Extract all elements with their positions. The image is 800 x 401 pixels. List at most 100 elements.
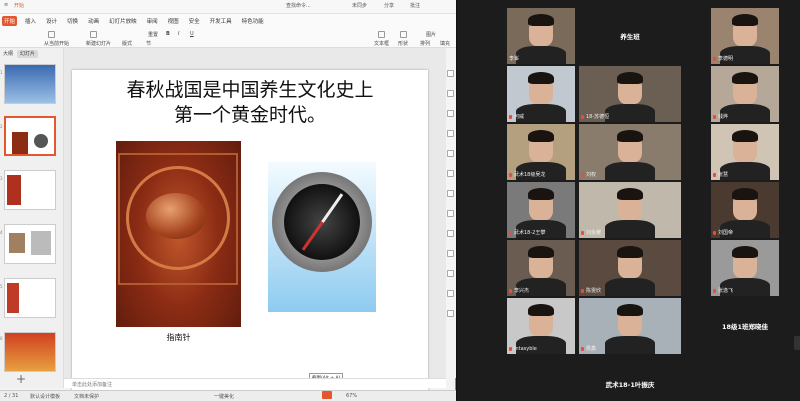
play-from-start-icon[interactable]: [48, 31, 55, 38]
underline-icon[interactable]: U: [190, 31, 194, 37]
comment-button[interactable]: 批注: [410, 2, 420, 9]
tool-icon[interactable]: [447, 130, 454, 137]
play-icon[interactable]: [322, 391, 332, 399]
from-start-button[interactable]: 从当前开始: [44, 40, 69, 47]
participant-name: 刘国帝: [718, 230, 734, 236]
tool-icon[interactable]: [447, 190, 454, 197]
shape-button[interactable]: 形状: [398, 40, 408, 47]
mic-muted-icon: [713, 173, 716, 177]
participant-tile-name-only[interactable]: 武术18-1叶振庆: [579, 356, 681, 401]
mic-muted-icon: [581, 289, 584, 293]
textbox-button[interactable]: 文本框: [374, 40, 389, 47]
slide-thumbnail[interactable]: [4, 170, 56, 210]
participant-name: 钱烨: [718, 114, 729, 120]
participant-tile[interactable]: 何威: [507, 66, 575, 122]
bold-icon[interactable]: B: [166, 31, 170, 37]
menu-transition[interactable]: 切换: [65, 16, 80, 26]
sync-status[interactable]: 未同步: [352, 2, 367, 9]
theme-name[interactable]: 默认设计模板: [30, 393, 60, 400]
participant-tile[interactable]: 18-苏德恒: [579, 66, 681, 122]
tool-icon[interactable]: [447, 150, 454, 157]
tool-icon[interactable]: [447, 110, 454, 117]
participant-tile[interactable]: 侯鑫: [579, 298, 681, 354]
arrange-button[interactable]: 排列: [420, 40, 430, 47]
menu-security[interactable]: 安全: [187, 16, 202, 26]
slide-title[interactable]: 春秋战国是中国养生文化史上 第一个黄金时代。: [72, 78, 428, 128]
current-slide[interactable]: 春秋战国是中国养生文化史上 第一个黄金时代。 指南针 截图(Alt + A): [72, 70, 428, 392]
slide-thumbnail[interactable]: [4, 278, 56, 318]
layout-button[interactable]: 版式: [122, 40, 132, 47]
participant-figure: [605, 162, 655, 180]
slide-thumbnail[interactable]: [4, 224, 56, 264]
tool-icon[interactable]: [447, 170, 454, 177]
participant-tile[interactable]: 刘权: [579, 124, 681, 180]
tab-outline[interactable]: 大纲: [3, 50, 13, 58]
menu-slideshow[interactable]: 幻灯片放映: [107, 16, 139, 26]
menu-icon[interactable]: ≡: [4, 2, 8, 8]
participant-tile[interactable]: 刘国帝: [711, 182, 779, 238]
tab-slides[interactable]: 幻灯片: [17, 50, 39, 58]
shape-icon[interactable]: [400, 31, 407, 38]
participant-tile[interactable]: 张慧: [711, 124, 779, 180]
new-slide-button[interactable]: 新建幻灯片: [86, 40, 111, 47]
tool-icon[interactable]: [447, 230, 454, 237]
participant-tile[interactable]: 李兴杰: [507, 240, 575, 296]
tool-icon[interactable]: [447, 310, 454, 317]
title-bar: ≡ 开始 查找命令... 未同步 分享 批注: [0, 0, 456, 14]
slide-thumbnail[interactable]: [4, 64, 56, 104]
participant-tile[interactable]: 陈雯欣: [579, 240, 681, 296]
status-bar: 2 / 31 默认设计模板 文档未保护 一键美化 67%: [0, 390, 456, 401]
menu-features[interactable]: 特色功能: [240, 16, 266, 26]
tool-icon[interactable]: [447, 210, 454, 217]
backup-status[interactable]: 文档未保护: [74, 393, 99, 400]
slide-thumbnail-selected[interactable]: [4, 116, 56, 156]
participant-tile[interactable]: Intasyble: [507, 298, 575, 354]
slide-canvas: 春秋战国是中国养生文化史上 第一个黄金时代。 指南针 截图(Alt + A): [64, 48, 446, 392]
participant-tile-name-only[interactable]: 养生班: [579, 8, 681, 64]
sinan-image[interactable]: 指南针: [116, 141, 241, 349]
collapse-panel-handle[interactable]: [794, 336, 800, 350]
participant-tile-name-only[interactable]: 18级1班郑晓佳: [711, 298, 779, 354]
reset-button[interactable]: 重置: [148, 31, 158, 38]
slide-thumbnail[interactable]: [4, 332, 56, 372]
tool-icon[interactable]: [447, 90, 454, 97]
fill-button[interactable]: 填充: [440, 40, 450, 47]
app-tab[interactable]: 开始: [14, 2, 24, 9]
section-button[interactable]: 节: [146, 40, 151, 47]
menu-insert[interactable]: 插入: [23, 16, 38, 26]
participant-tile[interactable]: 李德明: [711, 8, 779, 64]
new-slide-icon[interactable]: [90, 31, 97, 38]
participant-tile[interactable]: 李峯: [507, 8, 575, 64]
menu-animation[interactable]: 动画: [86, 16, 101, 26]
tool-icon[interactable]: [447, 250, 454, 257]
participant-tile[interactable]: 武术18-2王攀: [507, 182, 575, 238]
menu-design[interactable]: 设计: [44, 16, 59, 26]
mic-muted-icon: [713, 115, 716, 119]
participant-tile[interactable]: 张逸飞: [711, 240, 779, 296]
add-slide-icon[interactable]: +: [16, 372, 26, 386]
participant-name: 养生班: [620, 33, 640, 41]
participant-tile[interactable]: 武术18级吴龙: [507, 124, 575, 180]
tool-icon[interactable]: [447, 270, 454, 277]
menu-home[interactable]: 开始: [2, 16, 18, 26]
beautify-button[interactable]: 一键美化: [214, 393, 234, 400]
participant-tile[interactable]: 钱烨: [711, 66, 779, 122]
italic-icon[interactable]: I: [178, 31, 179, 37]
notes-field[interactable]: 单击此处添加备注: [64, 378, 446, 388]
participant-figure: [617, 130, 643, 142]
participant-figure: [605, 336, 655, 354]
tool-icon[interactable]: [447, 70, 454, 77]
menu-review[interactable]: 审阅: [145, 16, 160, 26]
participant-tile[interactable]: 刘永耀: [579, 182, 681, 238]
share-button[interactable]: 分享: [384, 2, 394, 9]
picture-button[interactable]: 图片: [426, 31, 436, 38]
participant-name: 刘权: [586, 172, 597, 178]
textbox-icon[interactable]: [378, 31, 385, 38]
menu-developer[interactable]: 开发工具: [208, 16, 234, 26]
menu-bar: 开始 插入 设计 切换 动画 幻灯片放映 审阅 视图 安全 开发工具 特色功能: [0, 14, 456, 28]
tool-icon[interactable]: [447, 290, 454, 297]
search-command[interactable]: 查找命令...: [286, 2, 311, 9]
compass-image[interactable]: [268, 162, 376, 312]
menu-view[interactable]: 视图: [166, 16, 181, 26]
zoom-level[interactable]: 67%: [346, 393, 357, 399]
